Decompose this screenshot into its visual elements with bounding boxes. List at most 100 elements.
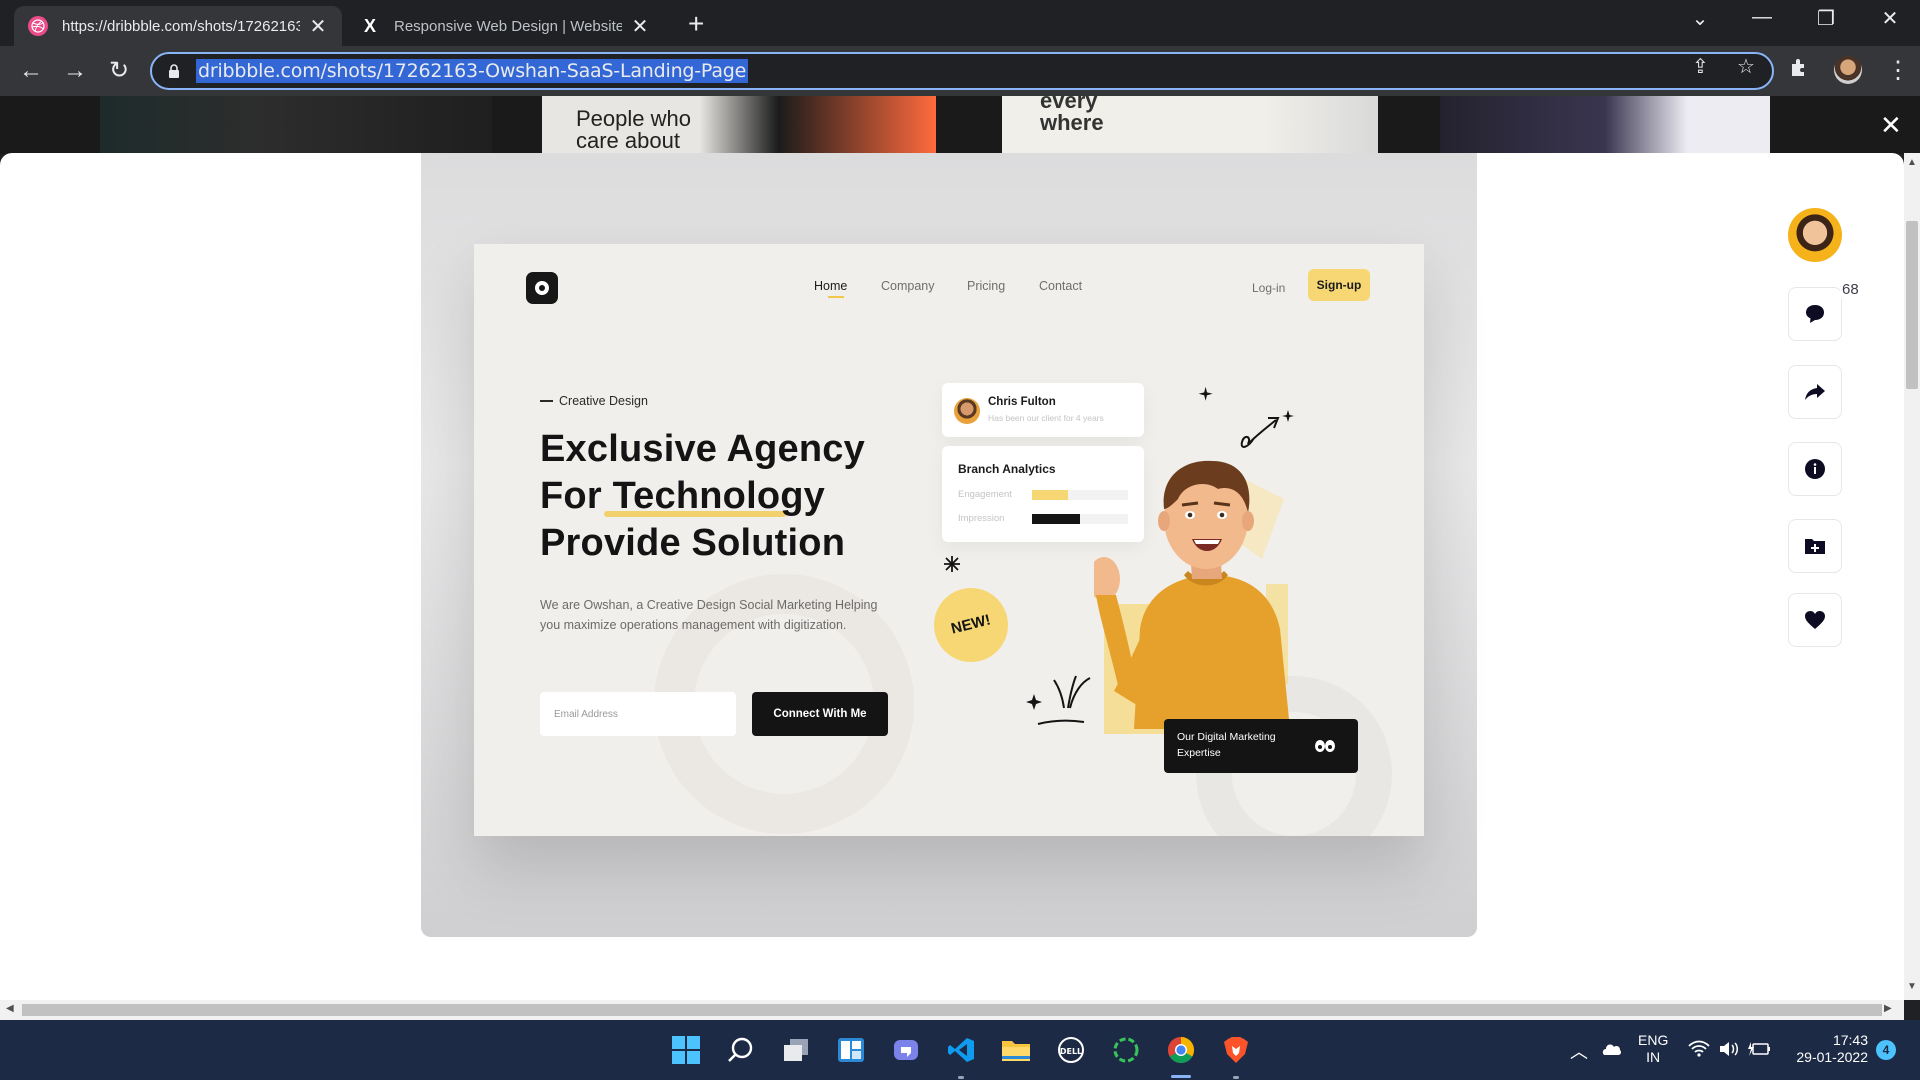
language-indicator[interactable]: ENG IN bbox=[1638, 1032, 1668, 1066]
dribbble-icon bbox=[28, 16, 48, 36]
info-button[interactable] bbox=[1788, 442, 1842, 496]
feed-thumbnail bbox=[100, 96, 492, 154]
nav-pricing: Pricing bbox=[967, 279, 1006, 293]
show-hidden-icons-chevron-icon[interactable]: ︿ bbox=[1570, 1038, 1588, 1064]
restore-icon[interactable]: ❐ bbox=[1806, 6, 1846, 31]
shot-modal: Home Company Pricing Contact Log-in Sign… bbox=[0, 153, 1904, 1000]
teams-chat-icon[interactable] bbox=[890, 1034, 922, 1066]
reload-icon[interactable]: ↻ bbox=[104, 56, 134, 86]
analytics-label: Impression bbox=[958, 513, 1005, 524]
tab-responsive-web-design[interactable]: X Responsive Web Design | Website Creati… bbox=[346, 6, 664, 46]
email-field bbox=[540, 692, 736, 736]
share-page-icon[interactable]: ⇪ bbox=[1692, 54, 1709, 79]
vscode-icon[interactable] bbox=[945, 1034, 977, 1066]
analytics-title: Branch Analytics bbox=[958, 462, 1056, 476]
asterisk-icon bbox=[944, 556, 960, 572]
feed-thumbnail: every where bbox=[1002, 96, 1378, 154]
nav-company: Company bbox=[881, 279, 935, 293]
brave-icon[interactable] bbox=[1220, 1034, 1252, 1066]
extensions-icon[interactable] bbox=[1788, 56, 1812, 80]
vertical-scrollbar[interactable]: ▲ ▼ bbox=[1904, 153, 1920, 1000]
share-icon bbox=[1805, 384, 1825, 400]
x-icon: X bbox=[363, 15, 376, 36]
comment-button[interactable] bbox=[1788, 287, 1842, 341]
engagement-bar-fill bbox=[1032, 490, 1068, 500]
like-button[interactable] bbox=[1788, 593, 1842, 647]
new-badge-text: NEW! bbox=[949, 611, 993, 638]
landing-page-design: Home Company Pricing Contact Log-in Sign… bbox=[474, 244, 1424, 836]
language-code: ENG bbox=[1638, 1032, 1669, 1048]
forward-icon[interactable]: → bbox=[60, 56, 90, 86]
nav-contact: Contact bbox=[1039, 279, 1083, 293]
shot-image: Home Company Pricing Contact Log-in Sign… bbox=[421, 153, 1477, 937]
volume-icon[interactable] bbox=[1718, 1040, 1740, 1058]
headline-line: Provide Solution bbox=[540, 522, 846, 564]
thumbnail-text: every where bbox=[1040, 96, 1104, 135]
tab-close-icon[interactable]: ✕ bbox=[308, 14, 328, 39]
dell-icon[interactable]: DELL bbox=[1055, 1034, 1087, 1066]
tab-dribbble[interactable]: https://dribbble.com/shots/17262163-Owsh… bbox=[14, 6, 342, 46]
clock-date: 29-01-2022 bbox=[1796, 1049, 1868, 1065]
profile-avatar[interactable] bbox=[1834, 56, 1862, 84]
file-explorer-icon[interactable] bbox=[1000, 1034, 1032, 1066]
horizontal-scroll-thumb[interactable] bbox=[22, 1004, 1882, 1016]
expertise-text: Our Digital Marketing Expertise bbox=[1177, 731, 1276, 759]
region-code: IN bbox=[1646, 1049, 1661, 1065]
info-icon bbox=[1805, 459, 1825, 479]
nav-active-indicator bbox=[828, 296, 844, 298]
chrome-active-indicator bbox=[1171, 1075, 1191, 1078]
scroll-left-icon[interactable]: ◀ bbox=[6, 1003, 14, 1014]
expertise-card: Our Digital Marketing Expertise bbox=[1164, 719, 1358, 773]
tab-title: Responsive Web Design | Website Creation bbox=[394, 17, 622, 35]
clock-time: 17:43 bbox=[1832, 1032, 1868, 1048]
scroll-up-icon[interactable]: ▲ bbox=[1907, 157, 1917, 168]
scroll-down-icon[interactable]: ▼ bbox=[1907, 981, 1917, 992]
owshan-logo bbox=[526, 272, 558, 304]
eyebrow-dash bbox=[540, 400, 553, 402]
headline-line: For Technology bbox=[540, 475, 825, 517]
share-button[interactable] bbox=[1788, 365, 1842, 419]
search-icon[interactable] bbox=[725, 1034, 757, 1066]
designer-avatar[interactable] bbox=[1788, 208, 1842, 262]
address-bar[interactable]: dribbble.com/shots/17262163-Owshan-SaaS-… bbox=[150, 52, 1774, 90]
vertical-scroll-thumb[interactable] bbox=[1906, 221, 1918, 389]
client-name: Chris Fulton bbox=[988, 396, 1056, 408]
wifi-icon[interactable] bbox=[1688, 1040, 1710, 1058]
tab-strip: https://dribbble.com/shots/17262163-Owsh… bbox=[0, 0, 1920, 46]
comment-count: 68 bbox=[1840, 281, 1861, 298]
back-icon[interactable]: ← bbox=[16, 56, 46, 86]
battery-charging-icon[interactable] bbox=[1748, 1040, 1770, 1058]
new-tab-icon[interactable]: + bbox=[688, 8, 704, 40]
smiling-man-photo bbox=[1094, 460, 1290, 729]
scroll-right-icon[interactable]: ▶ bbox=[1884, 1003, 1892, 1014]
menu-kebab-icon[interactable]: ⋮ bbox=[1886, 56, 1910, 85]
circle-app-icon[interactable] bbox=[1110, 1034, 1142, 1066]
onedrive-cloud-icon[interactable] bbox=[1600, 1040, 1622, 1056]
thumbnail-text: People who care about bbox=[576, 106, 691, 153]
widgets-icon[interactable] bbox=[835, 1034, 867, 1066]
tab-close-icon[interactable]: ✕ bbox=[630, 14, 650, 39]
close-shot-icon[interactable]: ✕ bbox=[1880, 110, 1902, 141]
task-view-icon[interactable] bbox=[780, 1034, 812, 1066]
collect-button[interactable] bbox=[1788, 519, 1842, 573]
tab-search-chevron-icon[interactable]: ⌄ bbox=[1680, 6, 1720, 31]
eyebrow: Creative Design bbox=[540, 394, 648, 408]
add-to-collection-icon bbox=[1805, 539, 1825, 554]
notification-badge[interactable]: 4 bbox=[1876, 1040, 1896, 1060]
eyebrow-text: Creative Design bbox=[559, 394, 648, 408]
client-subtitle: Has been our client for 4 years bbox=[988, 413, 1104, 423]
headline-line: Exclusive Agency bbox=[540, 428, 865, 470]
windows-start-icon[interactable] bbox=[670, 1034, 702, 1066]
minimize-icon[interactable]: — bbox=[1742, 6, 1782, 29]
horizontal-scrollbar[interactable]: ◀ ▶ bbox=[0, 1000, 1904, 1020]
client-avatar bbox=[954, 398, 980, 424]
login-link: Log-in bbox=[1252, 281, 1286, 295]
comment-icon bbox=[1806, 305, 1824, 323]
url-text[interactable]: dribbble.com/shots/17262163-Owshan-SaaS-… bbox=[196, 59, 749, 83]
chrome-icon[interactable] bbox=[1165, 1034, 1197, 1066]
window-close-icon[interactable]: ✕ bbox=[1870, 6, 1910, 31]
feed-thumbnail bbox=[1440, 96, 1770, 154]
bookmark-star-icon[interactable]: ☆ bbox=[1737, 54, 1755, 79]
svg-text:DELL: DELL bbox=[1060, 1047, 1082, 1056]
clock[interactable]: 17:43 29-01-2022 bbox=[1788, 1032, 1868, 1066]
